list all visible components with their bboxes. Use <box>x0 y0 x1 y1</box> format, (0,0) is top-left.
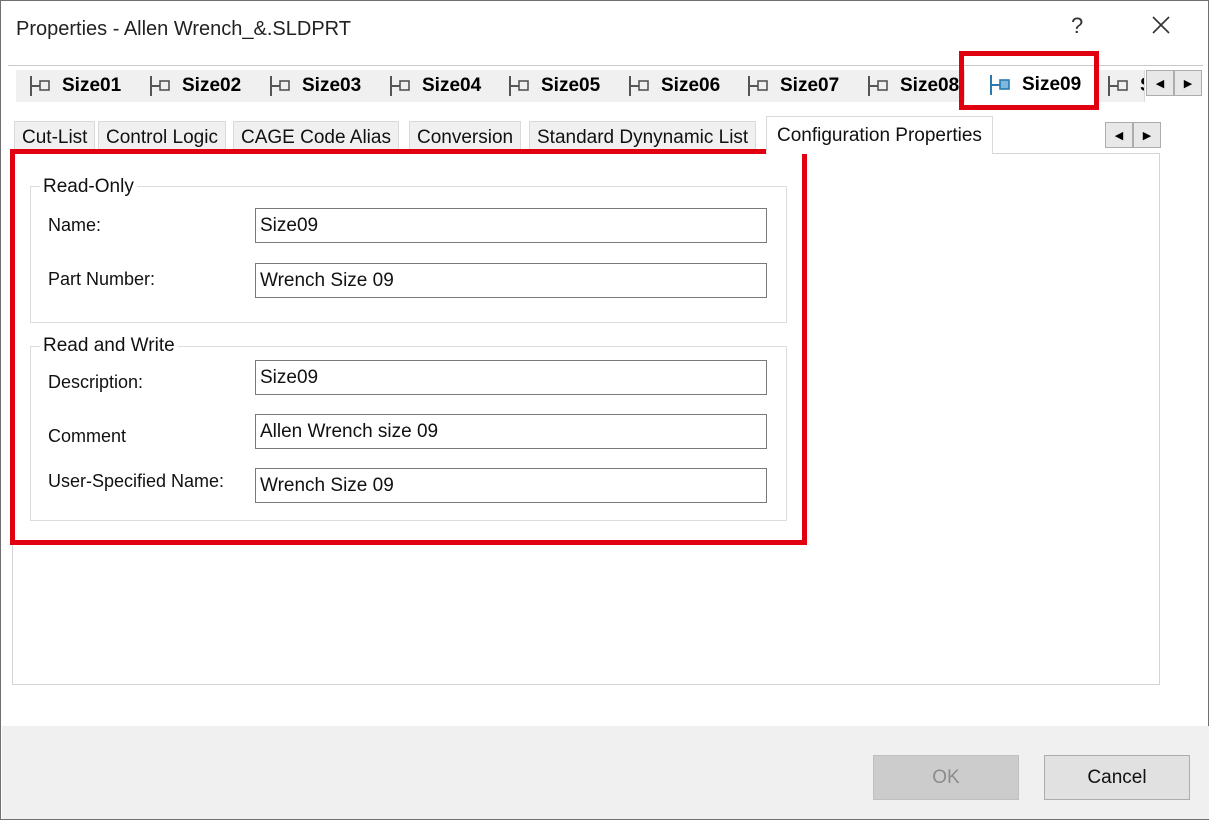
configuration-properties-panel: Read-Only Name: Part Number: Read and Wr… <box>12 153 1160 685</box>
tab-cage-code-alias[interactable]: CAGE Code Alias <box>233 121 399 153</box>
help-button[interactable]: ? <box>1071 13 1083 39</box>
description-field[interactable] <box>255 360 767 395</box>
read-only-group <box>30 186 787 323</box>
configuration-icon <box>629 76 649 96</box>
property-tab-scroller: ◀ ▶ <box>1105 122 1161 148</box>
configuration-icon <box>990 75 1010 95</box>
part-number-field[interactable] <box>255 263 767 298</box>
user-specified-name-field[interactable] <box>255 468 767 503</box>
config-tab-label: Size08 <box>900 75 960 96</box>
configuration-icon <box>509 76 529 96</box>
config-tab-label: Size06 <box>661 75 721 96</box>
config-tab-size03[interactable]: Size03 <box>256 70 377 102</box>
read-only-legend: Read-Only <box>40 176 137 198</box>
tab-standard-dynamic-list[interactable]: Standard Dynynamic List <box>529 121 757 153</box>
config-tab-scroll-right[interactable]: ▶ <box>1174 70 1202 96</box>
description-label: Description: <box>48 372 144 392</box>
config-tab-size06[interactable]: Size06 <box>615 70 735 102</box>
config-tab-label: Size09 <box>1022 74 1082 95</box>
close-button[interactable] <box>1151 11 1171 42</box>
tab-configuration-properties[interactable]: Configuration Properties <box>766 116 993 154</box>
configuration-icon <box>270 76 290 96</box>
config-tab-label: Size03 <box>302 75 362 96</box>
config-tab-size09[interactable]: Size09 <box>976 66 1097 104</box>
user-specified-name-label: User-Specified Name: <box>48 471 225 491</box>
close-icon <box>1152 16 1170 34</box>
dialog-footer <box>2 726 1209 819</box>
config-tab-size05[interactable]: Size05 <box>495 70 616 102</box>
ok-button[interactable]: OK <box>873 755 1019 800</box>
configuration-icon <box>868 76 888 96</box>
name-field[interactable] <box>255 208 767 243</box>
config-tab-label: S <box>1140 75 1144 97</box>
tab-cut-list[interactable]: Cut-List <box>14 121 96 153</box>
tab-control-logic[interactable]: Control Logic <box>98 121 226 153</box>
read-write-legend: Read and Write <box>40 335 178 357</box>
property-tab-scroll-right[interactable]: ▶ <box>1133 122 1161 148</box>
config-tab-label: Size05 <box>541 75 601 96</box>
config-tab-label: Size07 <box>780 75 840 96</box>
comment-label: Comment <box>48 426 127 446</box>
property-tab-scroll-left[interactable]: ◀ <box>1105 122 1133 148</box>
config-tab-scroll-left[interactable]: ◀ <box>1146 70 1174 96</box>
configuration-icon <box>748 76 768 96</box>
configuration-icon <box>1108 76 1128 96</box>
cancel-button[interactable]: Cancel <box>1044 755 1190 800</box>
config-tab-size08[interactable]: Size08 <box>854 70 965 102</box>
config-tab-scroller: ◀ ▶ <box>1146 70 1202 96</box>
comment-field[interactable] <box>255 414 767 449</box>
name-label: Name: <box>48 215 102 235</box>
config-tab-size07[interactable]: Size07 <box>734 70 855 102</box>
config-tab-label: Size01 <box>62 75 122 96</box>
config-tab-size04[interactable]: Size04 <box>376 70 496 102</box>
part-number-label: Part Number: <box>48 269 156 289</box>
config-tab-label: Size02 <box>182 75 242 96</box>
configuration-icon <box>150 76 170 96</box>
config-tab-size02[interactable]: Size02 <box>136 70 257 102</box>
configuration-tabs: Size01 Size02 Size03 Size04 Size05 Size06 Size… <box>8 65 1203 104</box>
config-tab-label: Size04 <box>422 75 482 96</box>
config-tab-s[interactable]: S <box>1094 70 1145 102</box>
configuration-icon <box>30 76 50 96</box>
tab-conversion[interactable]: Conversion <box>409 121 522 153</box>
config-tab-size01[interactable]: Size01 <box>16 70 137 102</box>
configuration-icon <box>390 76 410 96</box>
properties-dialog: Properties - Allen Wrench_&.SLDPRT ? Siz… <box>0 0 1209 820</box>
window-title: Properties - Allen Wrench_&.SLDPRT <box>16 18 351 40</box>
